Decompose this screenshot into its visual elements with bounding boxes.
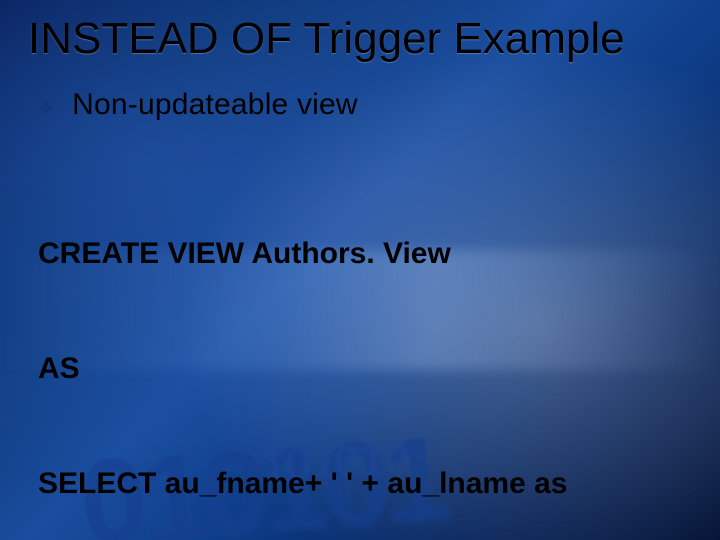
code-line-2: AS	[38, 350, 692, 388]
bullet-item: ❖ Non-updateable view	[38, 88, 692, 122]
sql-code-block: CREATE VIEW Authors. View AS SELECT au_f…	[38, 158, 692, 540]
slide: 010101 101010 INSTEAD OF Trigger Example…	[0, 0, 720, 540]
diamond-bullet-icon: ❖	[38, 99, 54, 117]
slide-content: INSTEAD OF Trigger Example ❖ Non-updatea…	[0, 0, 720, 540]
bullet-text: Non-updateable view	[72, 88, 358, 122]
code-line-1: CREATE VIEW Authors. View	[38, 235, 692, 273]
slide-title: INSTEAD OF Trigger Example	[28, 14, 692, 64]
code-line-3: SELECT au_fname+ ' ' + au_lname as	[38, 465, 692, 503]
